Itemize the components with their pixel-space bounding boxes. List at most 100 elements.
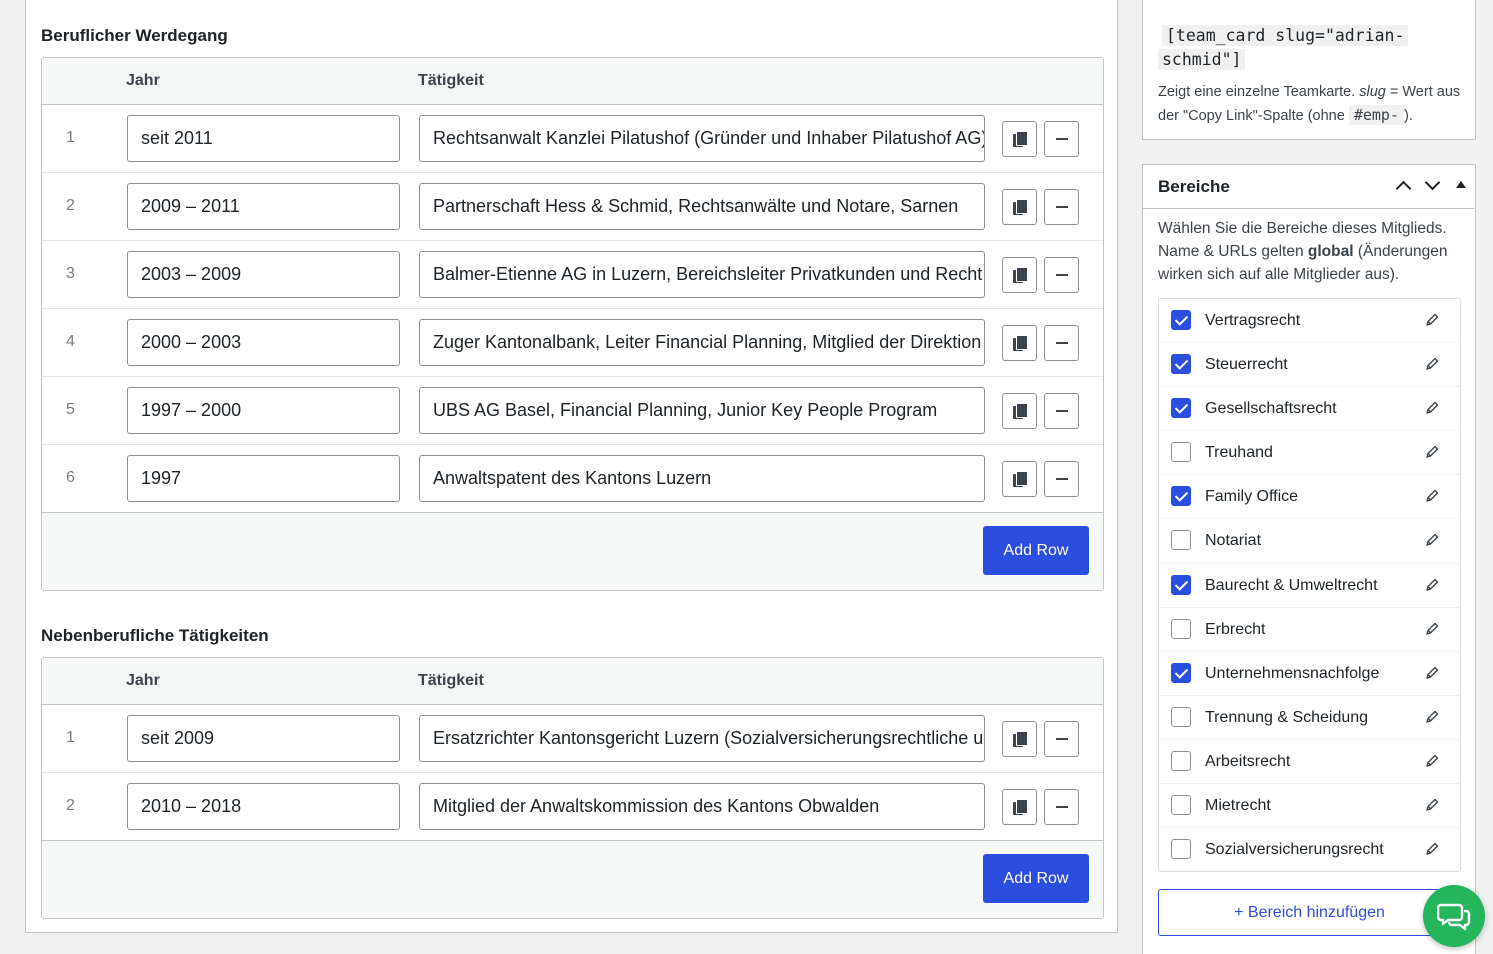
bereich-checkbox[interactable] — [1171, 839, 1191, 860]
activity-input[interactable]: Partnerschaft Hess & Schmid, Rechtsanwäl… — [419, 183, 985, 230]
side-jobs-add-row-button[interactable]: Add Row — [983, 854, 1089, 903]
copy-icon — [1012, 799, 1028, 815]
activity-input[interactable]: Balmer-Etienne AG in Luzern, Bereichslei… — [419, 251, 985, 298]
bereich-checkbox[interactable] — [1171, 486, 1191, 507]
add-bereich-button[interactable]: + Bereich hinzufügen — [1158, 889, 1461, 936]
remove-row-button[interactable] — [1044, 121, 1079, 157]
activity-input[interactable]: Mitglied der Anwaltskommission des Kanto… — [419, 783, 985, 830]
remove-row-button[interactable] — [1044, 325, 1079, 361]
collapse-toggle-button[interactable] — [1450, 175, 1472, 197]
bereich-label: Trennung & Scheidung — [1205, 708, 1369, 726]
list-item: Sozialversicherungsrecht — [1159, 828, 1460, 872]
year-input[interactable]: 1997 — [127, 455, 400, 502]
minus-icon — [1055, 806, 1068, 808]
bereich-label: Gesellschaftsrecht — [1205, 400, 1337, 418]
row-number: 1 — [66, 129, 75, 146]
pencil-icon[interactable] — [1425, 622, 1439, 636]
activity-input[interactable]: Zuger Kantonalbank, Leiter Financial Pla… — [419, 319, 985, 366]
row-number: 2 — [66, 197, 75, 214]
year-input[interactable]: 2000 – 2003 — [127, 319, 400, 366]
duplicate-row-button[interactable] — [1002, 325, 1037, 361]
list-item: Unternehmensnachfolge — [1159, 652, 1460, 696]
career-add-row-button[interactable]: Add Row — [983, 526, 1089, 575]
bereich-checkbox[interactable] — [1171, 795, 1191, 816]
bereich-label: Family Office — [1205, 488, 1299, 506]
pencil-icon[interactable] — [1425, 842, 1439, 856]
year-input[interactable]: 2003 – 2009 — [127, 251, 400, 298]
bereich-label: Unternehmensnachfolge — [1205, 664, 1380, 682]
year-input[interactable]: seit 2011 — [127, 115, 400, 162]
list-item: Vertragsrecht — [1159, 299, 1460, 344]
minus-icon — [1055, 478, 1068, 480]
pencil-icon[interactable] — [1425, 445, 1439, 459]
move-up-button[interactable] — [1393, 175, 1415, 197]
bereich-checkbox[interactable] — [1171, 442, 1191, 463]
duplicate-row-button[interactable] — [1002, 257, 1037, 293]
career-table: Jahr Tätigkeit 1 seit 2011 Rechtsanwalt Ka… — [41, 57, 1104, 591]
bereich-label: Mietrecht — [1205, 797, 1271, 815]
duplicate-row-button[interactable] — [1002, 189, 1037, 225]
pencil-icon[interactable] — [1425, 710, 1439, 724]
remove-row-button[interactable] — [1044, 721, 1079, 757]
year-input[interactable]: 2009 – 2011 — [127, 183, 400, 230]
chevron-up-icon — [1395, 180, 1412, 197]
remove-row-button[interactable] — [1044, 461, 1079, 497]
pencil-icon[interactable] — [1425, 754, 1439, 768]
list-item: Notariat — [1159, 519, 1460, 564]
duplicate-row-button[interactable] — [1002, 721, 1037, 757]
bereich-label: Baurecht & Umweltrecht — [1205, 576, 1378, 594]
table-row: 2 2009 – 2011 Partnerschaft Hess & Schmid,… — [42, 173, 1103, 241]
duplicate-row-button[interactable] — [1002, 393, 1037, 429]
remove-row-button[interactable] — [1044, 257, 1079, 293]
bereich-label: Sozialversicherungsrecht — [1205, 841, 1384, 859]
activity-input[interactable]: Anwaltspatent des Kantons Luzern — [419, 455, 985, 502]
copy-icon — [1012, 199, 1028, 215]
bereich-label: Arbeitsrecht — [1205, 752, 1291, 770]
activity-input[interactable]: Rechtsanwalt Kanzlei Pilatushof (Gründer… — [419, 115, 985, 162]
side-jobs-table-footer: Add Row — [42, 841, 1103, 918]
pencil-icon[interactable] — [1425, 313, 1439, 327]
bereich-checkbox[interactable] — [1171, 398, 1191, 419]
pencil-icon[interactable] — [1425, 578, 1439, 592]
move-down-button[interactable] — [1422, 174, 1444, 197]
bereich-checkbox[interactable] — [1171, 750, 1191, 771]
remove-row-button[interactable] — [1044, 189, 1079, 225]
duplicate-row-button[interactable] — [1002, 121, 1037, 157]
bereiche-box: Bereiche Wählen Sie die Bereiche dieses … — [1142, 164, 1476, 954]
copy-icon — [1012, 267, 1028, 283]
bereich-checkbox[interactable] — [1171, 574, 1191, 595]
pencil-icon[interactable] — [1425, 489, 1439, 503]
year-input[interactable]: seit 2009 — [127, 715, 400, 762]
list-item: Baurecht & Umweltrecht — [1159, 564, 1460, 608]
minus-icon — [1055, 410, 1068, 412]
year-input[interactable]: 2010 – 2018 — [127, 783, 400, 830]
row-number: 5 — [66, 401, 75, 418]
chat-button[interactable] — [1423, 885, 1485, 947]
shortcode-box: [team_card slug="adrian- schmid"] Zeigt … — [1142, 0, 1476, 140]
remove-row-button[interactable] — [1044, 393, 1079, 429]
duplicate-row-button[interactable] — [1002, 789, 1037, 825]
col-activity-header: Tätigkeit — [418, 672, 484, 689]
duplicate-row-button[interactable] — [1002, 461, 1037, 497]
pencil-icon[interactable] — [1425, 357, 1439, 371]
career-section-title: Beruflicher Werdegang — [41, 26, 228, 45]
pencil-icon[interactable] — [1425, 798, 1439, 812]
bereich-checkbox[interactable] — [1171, 354, 1191, 375]
list-item: Arbeitsrecht — [1159, 740, 1460, 785]
row-number: 4 — [66, 333, 75, 350]
remove-row-button[interactable] — [1044, 789, 1079, 825]
bereich-checkbox[interactable] — [1171, 310, 1191, 330]
pencil-icon[interactable] — [1425, 533, 1439, 547]
table-row: 5 1997 – 2000 UBS AG Basel, Financial Plan… — [42, 377, 1103, 445]
side-jobs-section-title: Nebenberufliche Tätigkeiten — [41, 626, 269, 645]
activity-input[interactable]: UBS AG Basel, Financial Planning, Junior… — [419, 387, 985, 434]
pencil-icon[interactable] — [1425, 401, 1439, 415]
bereich-checkbox[interactable] — [1171, 662, 1191, 683]
bereich-checkbox[interactable] — [1171, 706, 1191, 727]
year-input[interactable]: 1997 – 2000 — [127, 387, 400, 434]
bereich-checkbox[interactable] — [1171, 530, 1191, 551]
pencil-icon[interactable] — [1425, 666, 1439, 680]
row-number: 1 — [66, 729, 75, 746]
activity-input[interactable]: Ersatzrichter Kantonsgericht Luzern (Soz… — [419, 715, 985, 762]
bereich-checkbox[interactable] — [1171, 618, 1191, 639]
